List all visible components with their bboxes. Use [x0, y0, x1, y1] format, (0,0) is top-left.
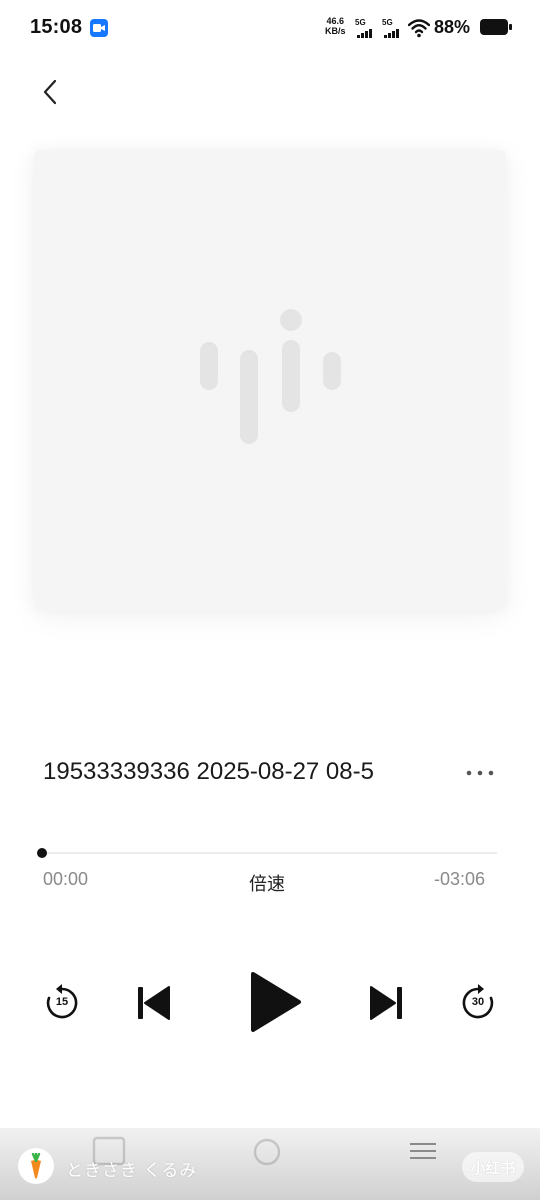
back-button[interactable] [28, 70, 72, 114]
forward-30-button[interactable]: 30 [458, 983, 498, 1023]
audio-wave-logo-icon [200, 309, 341, 444]
ghost-timer-icon [253, 1138, 281, 1166]
sim2-signal-icon: 5G [382, 18, 406, 38]
status-time: 15:08 [30, 16, 83, 38]
sim1-signal-icon: 5G [355, 18, 379, 38]
previous-track-button[interactable] [130, 980, 176, 1026]
battery-icon [480, 19, 512, 35]
rewind-seconds: 15 [55, 996, 69, 1008]
wifi-icon [407, 18, 431, 43]
playback-speed-button[interactable]: 倍速 [249, 870, 285, 896]
play-button[interactable] [240, 968, 306, 1036]
time-elapsed: 00:00 [43, 869, 89, 889]
meeting-app-icon [90, 19, 108, 37]
network-speed-value: 46.6 [326, 16, 345, 26]
network-speed: 46.6 KB/s [325, 16, 346, 36]
progress-slider[interactable] [37, 848, 497, 858]
skip-next-icon [370, 986, 402, 1020]
more-button[interactable] [460, 758, 500, 788]
status-bar: 15:08 46.6 KB/s 5G 5G 88% [0, 0, 540, 58]
rewind-15-button[interactable]: 15 [42, 983, 82, 1023]
sim2-tag: 5G [382, 18, 393, 27]
track-title: 19533339336 2025-08-27 08-5 [43, 758, 374, 785]
back-chevron-icon [43, 79, 57, 105]
time-remaining: -03:06 [434, 869, 486, 889]
forward-seconds: 30 [471, 996, 485, 1008]
progress-knob[interactable] [37, 848, 47, 858]
brand-watermark: 小红书 [462, 1152, 524, 1182]
next-track-button[interactable] [364, 980, 410, 1026]
menu-icon[interactable] [408, 1138, 438, 1166]
skip-previous-icon [138, 986, 170, 1020]
battery-percent: 88% [434, 17, 471, 37]
more-dots-icon [466, 770, 494, 776]
network-speed-unit: KB/s [325, 26, 346, 36]
username: ときさき くるみ [66, 1161, 198, 1180]
carrot-icon [31, 1153, 41, 1179]
sim1-tag: 5G [355, 18, 366, 27]
play-icon [251, 972, 301, 1032]
avatar[interactable] [18, 1148, 54, 1184]
